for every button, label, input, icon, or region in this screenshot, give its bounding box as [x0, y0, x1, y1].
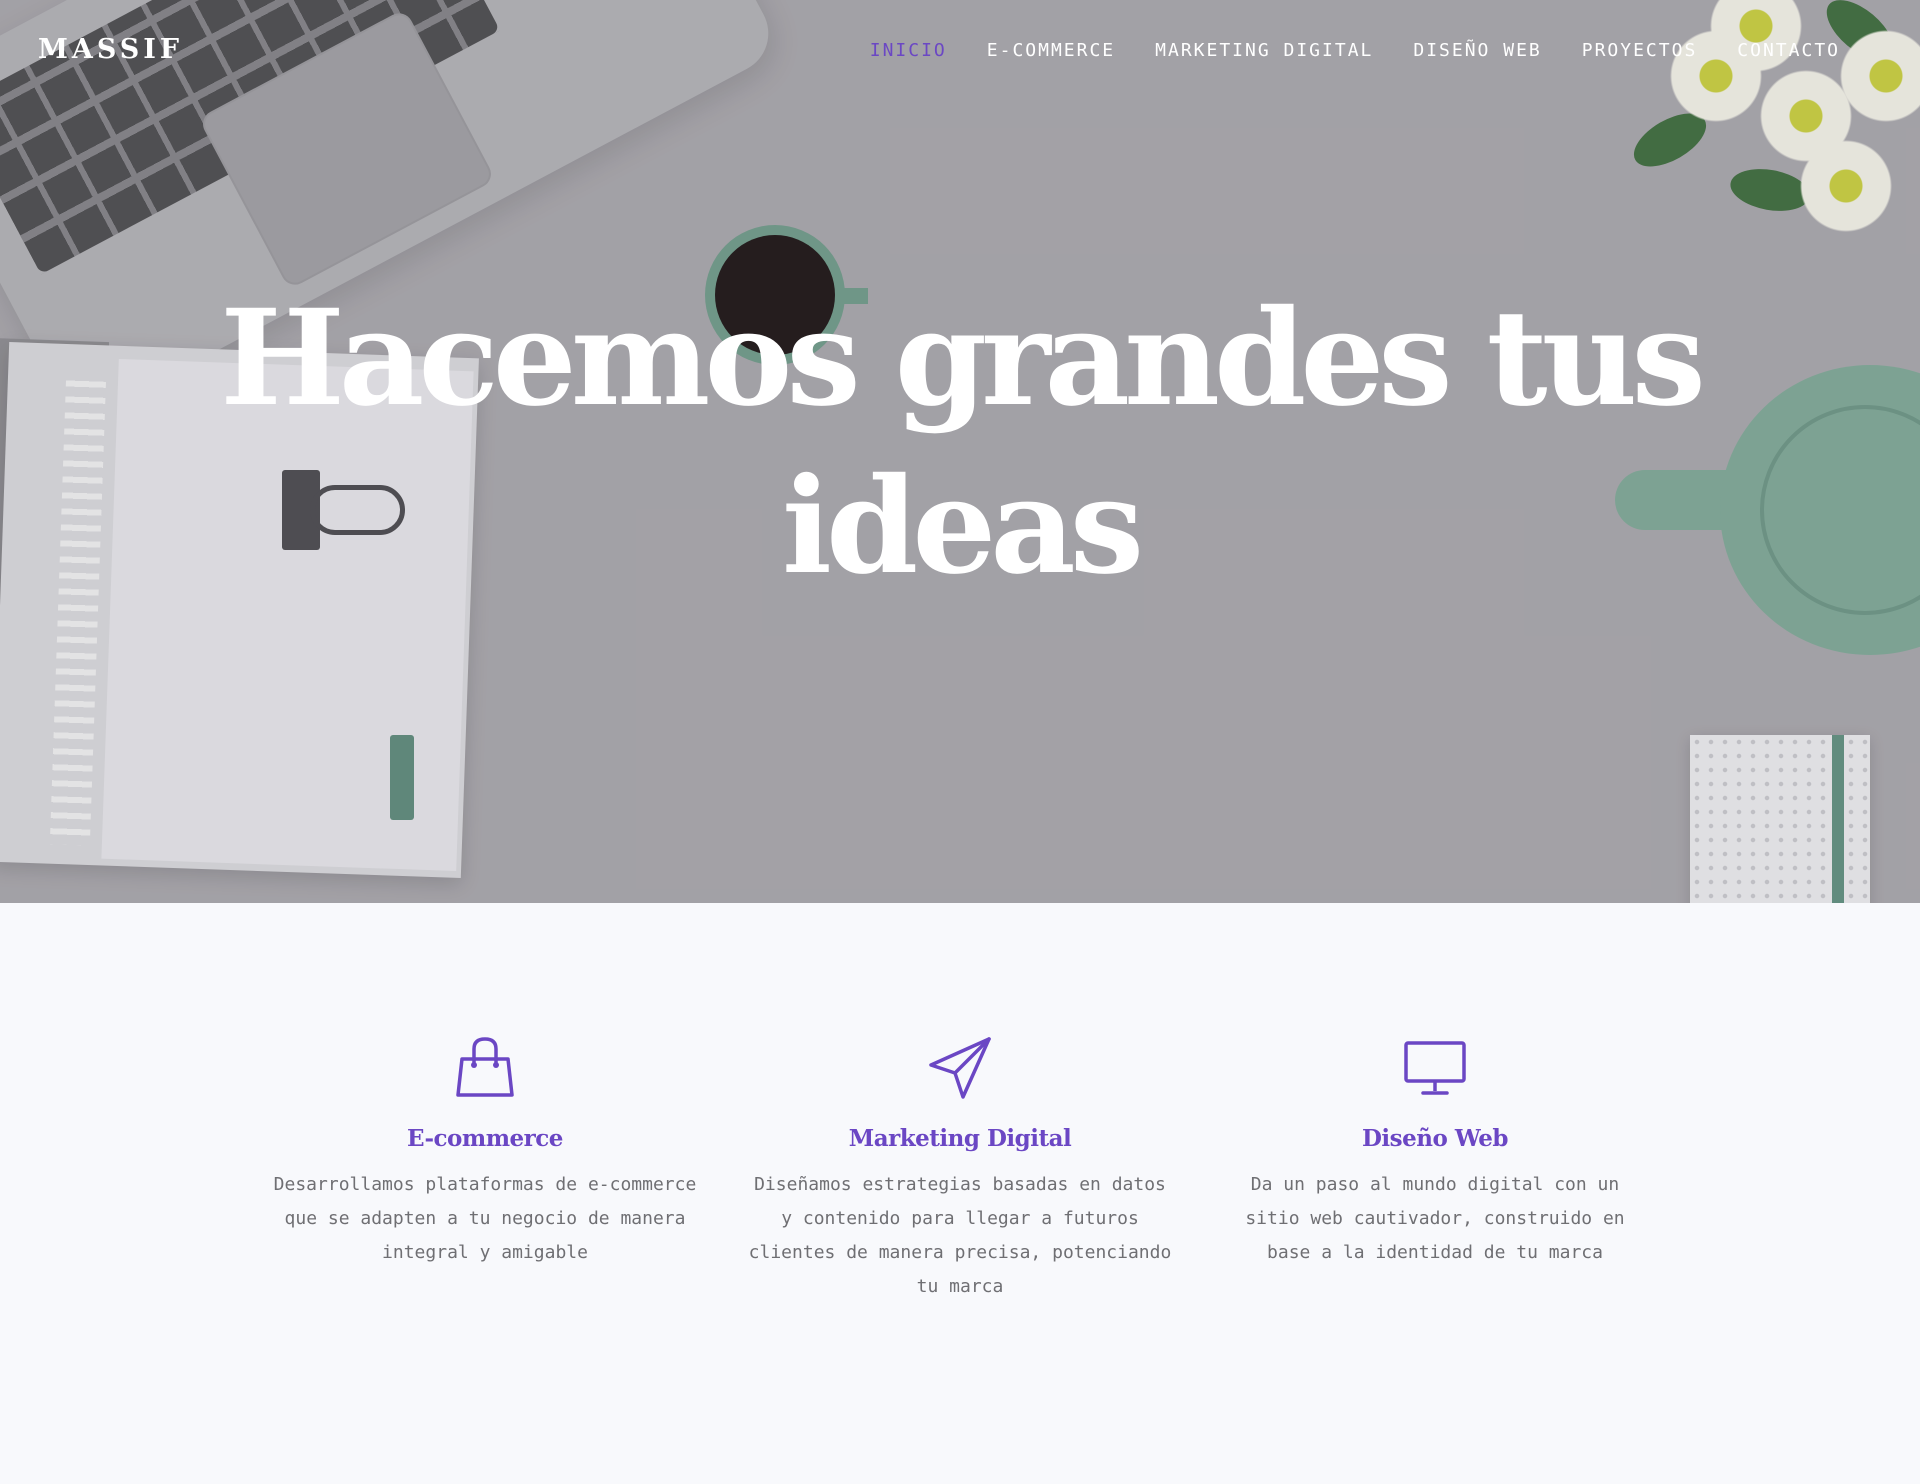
nav-item-diseno-web[interactable]: DISEÑO WEB	[1413, 40, 1541, 61]
shopping-bag-icon	[456, 1037, 514, 1097]
nav-item-e-commerce[interactable]: E-COMMERCE	[987, 40, 1115, 61]
services-section: E-commerce Desarrollamos plataformas de …	[0, 903, 1920, 1484]
paper-plane-icon	[929, 1037, 991, 1099]
service-description: Desarrollamos plataformas de e-commerce …	[273, 1174, 697, 1263]
service-title: E-commerce	[407, 1125, 563, 1152]
service-description: Diseñamos estrategias basadas en datos y…	[748, 1174, 1172, 1297]
service-card-e-commerce: E-commerce Desarrollamos plataformas de …	[270, 1035, 700, 1270]
hero-section: MASSIF INICIO E-COMMERCE MARKETING DIGIT…	[0, 0, 1920, 903]
service-title: Marketing Digital	[848, 1125, 1072, 1152]
nav-item-proyectos[interactable]: PROYECTOS	[1582, 40, 1698, 61]
hero-title-line-2: ideas	[781, 449, 1144, 604]
hero-title-line-1: Hacemos grandes tus	[220, 281, 1706, 436]
service-card-diseno-web: Diseño Web Da un paso al mundo digital c…	[1220, 1035, 1650, 1270]
service-card-marketing-digital: Marketing Digital Diseñamos estrategias …	[745, 1035, 1175, 1304]
nav-item-contacto[interactable]: CONTACTO	[1737, 40, 1840, 61]
service-title: Diseño Web	[1361, 1125, 1509, 1152]
hero-title: Hacemos grandes tus ideas	[0, 275, 1920, 611]
site-logo[interactable]: MASSIF	[38, 34, 183, 65]
service-description: Da un paso al mundo digital con un sitio…	[1245, 1174, 1625, 1263]
top-navigation-bar: MASSIF INICIO E-COMMERCE MARKETING DIGIT…	[0, 0, 1920, 100]
monitor-icon	[1404, 1041, 1466, 1095]
main-nav: INICIO E-COMMERCE MARKETING DIGITAL DISE…	[870, 40, 1840, 61]
nav-item-marketing-digital[interactable]: MARKETING DIGITAL	[1155, 40, 1373, 61]
nav-item-inicio[interactable]: INICIO	[870, 40, 947, 61]
